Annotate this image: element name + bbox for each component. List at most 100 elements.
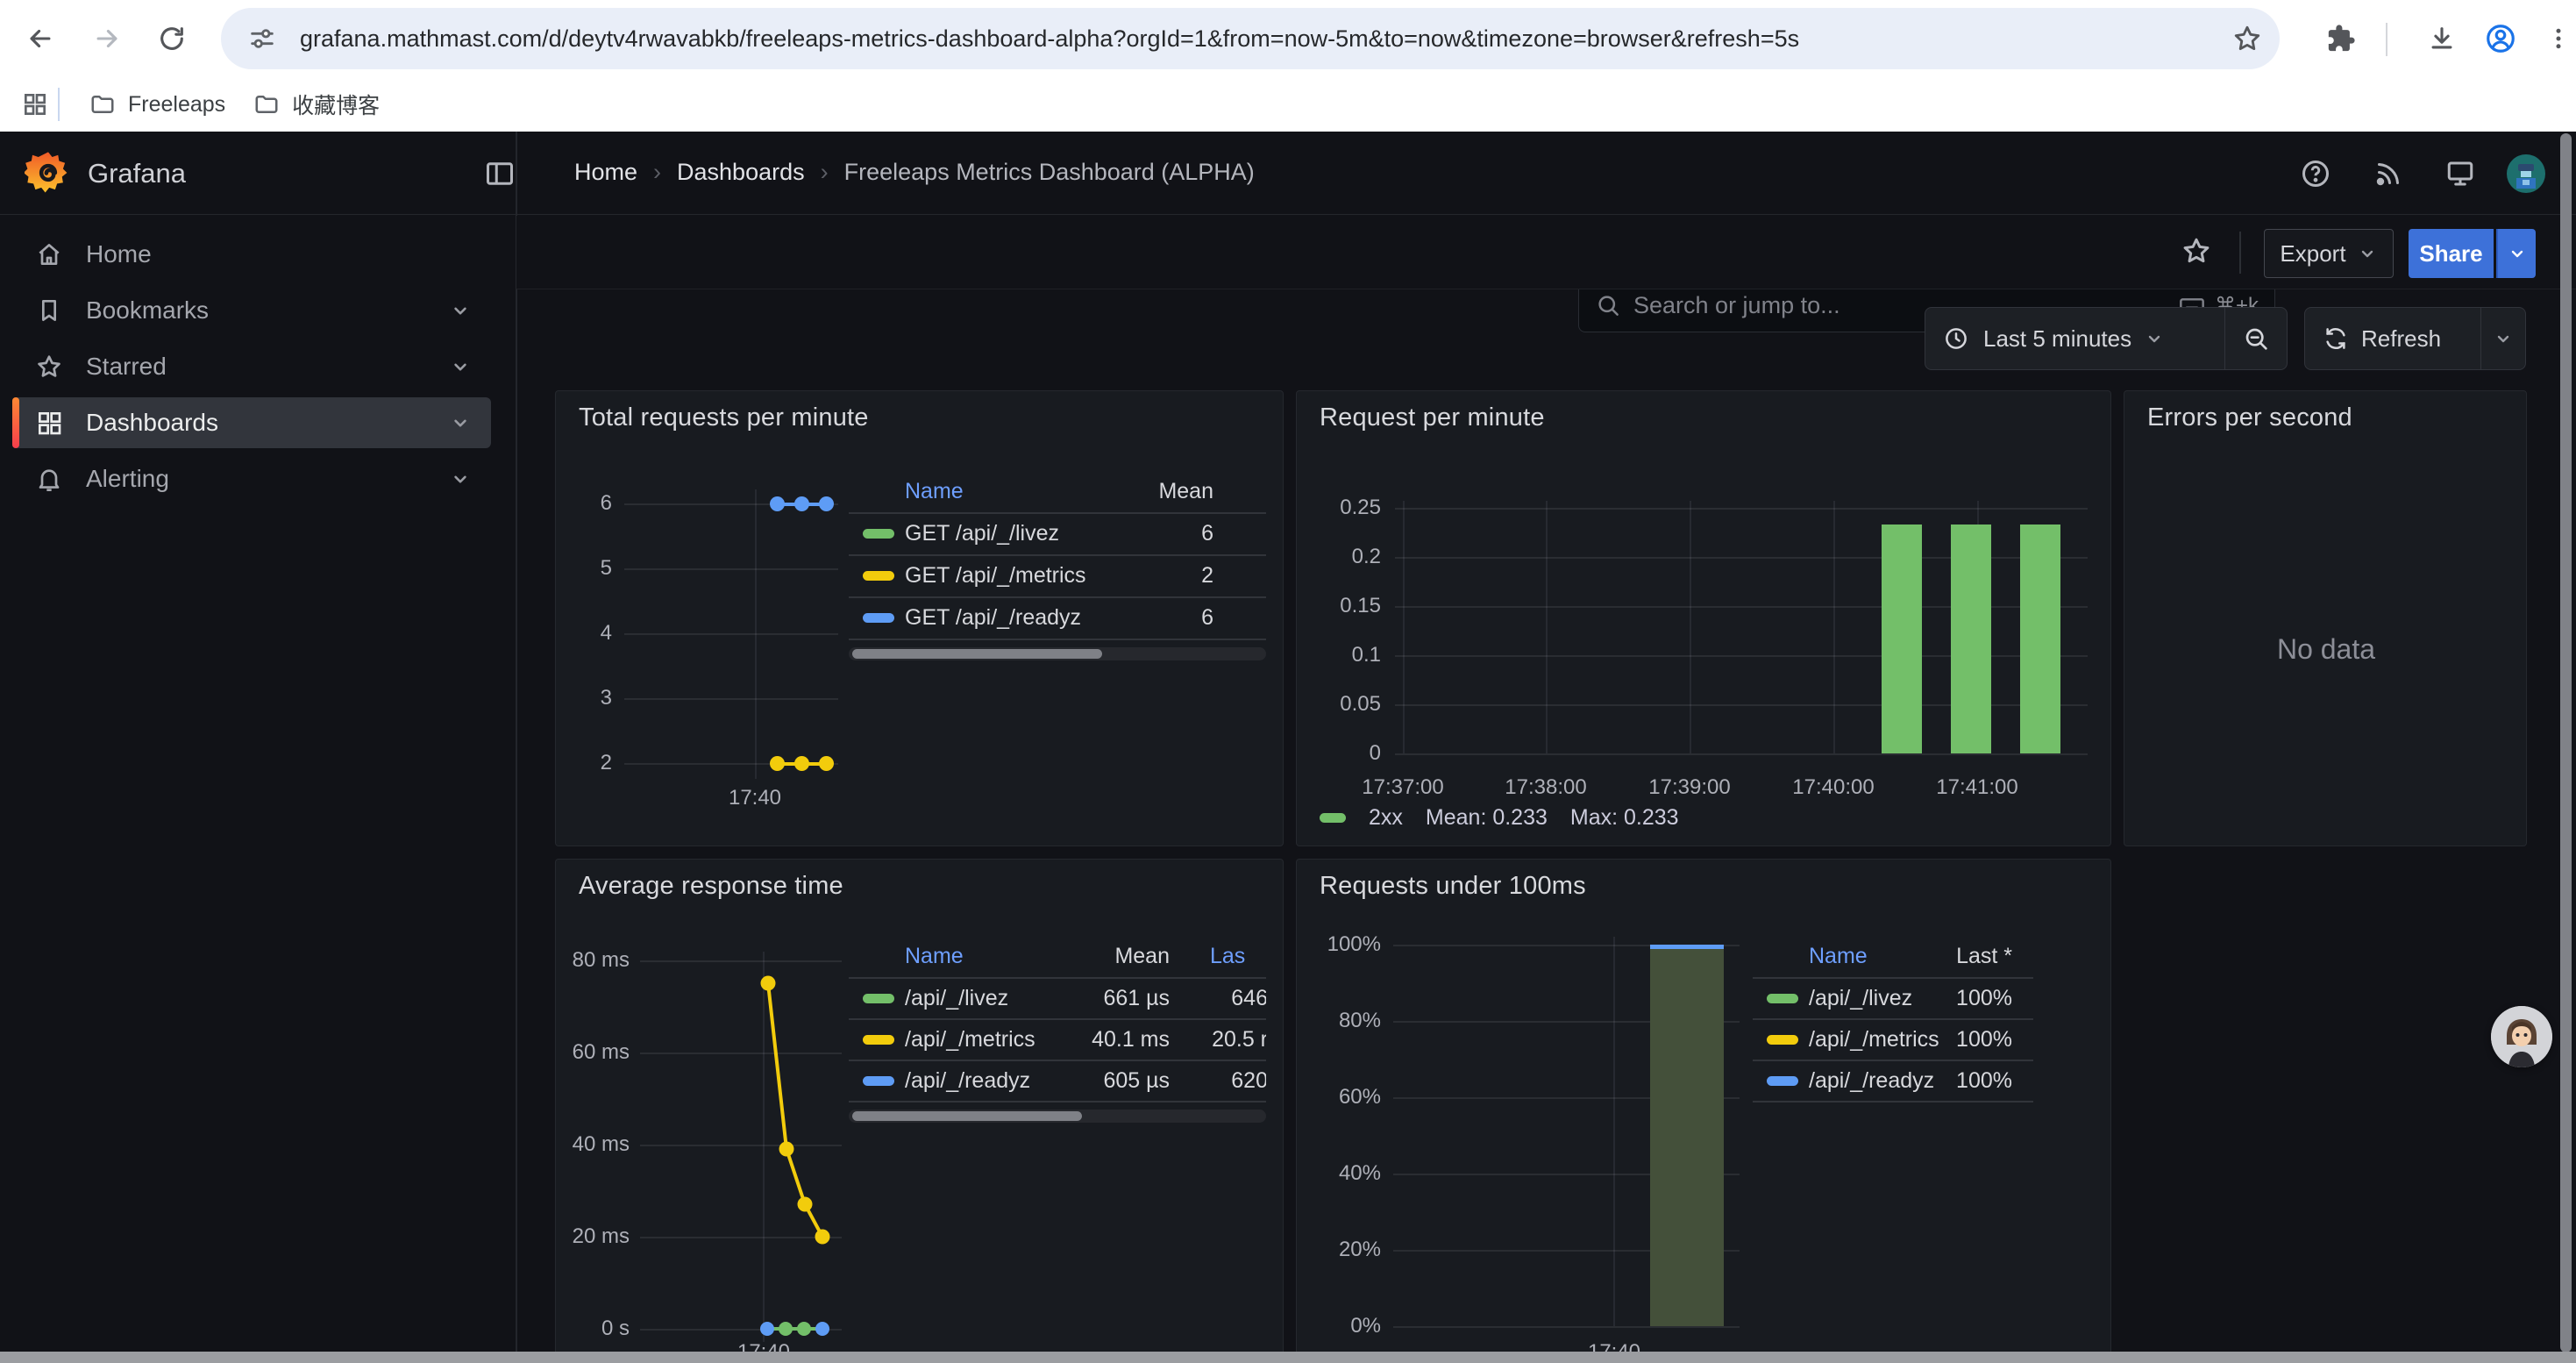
panel-title[interactable]: Total requests per minute [579, 403, 869, 432]
refresh-interval-dropdown[interactable] [2481, 328, 2525, 349]
series-swatch[interactable] [1320, 813, 1346, 823]
legend-scrollbar[interactable] [849, 647, 1266, 660]
data-point [794, 496, 809, 511]
sidebar-item-label: Starred [86, 353, 167, 381]
reload-icon[interactable] [147, 14, 196, 63]
sidebar-item-dashboards[interactable]: Dashboards [12, 397, 491, 448]
time-range-label[interactable]: Last 5 minutes [1983, 325, 2131, 353]
series-swatch[interactable] [863, 994, 894, 1003]
legend-mean: Mean: 0.233 [1426, 805, 1548, 831]
download-icon[interactable] [2417, 14, 2466, 63]
legend-header-mean[interactable]: Mean [1073, 944, 1170, 969]
url-text[interactable]: grafana.mathmast.com/d/deytv4rwavabkb/fr… [300, 25, 1799, 53]
help-icon[interactable] [2300, 158, 2331, 189]
series-swatch[interactable] [863, 1035, 894, 1045]
legend-last-value: 100% [1916, 1068, 2012, 1094]
y-tick: 20 ms [556, 1224, 630, 1249]
legend-series-value: 6 [1104, 521, 1213, 546]
y-tick: 40% [1297, 1161, 1381, 1186]
news-rss-icon[interactable] [2373, 158, 2404, 189]
y-tick: 4 [556, 621, 612, 646]
zoom-out-icon[interactable] [2225, 325, 2287, 353]
monitor-kiosk-icon[interactable] [2444, 158, 2476, 189]
legend-series-name: GET /api/_/readyz [905, 605, 1081, 631]
series-swatch[interactable] [863, 613, 894, 623]
share-dropdown-button[interactable] [2496, 229, 2536, 278]
user-avatar[interactable] [2506, 153, 2546, 194]
bar-2xx [1951, 525, 1991, 753]
breadcrumb-dashboards[interactable]: Dashboards [677, 159, 805, 186]
forward-icon[interactable] [82, 14, 132, 63]
bookmark-star-icon[interactable] [2223, 14, 2272, 63]
panel-title[interactable]: Requests under 100ms [1320, 872, 1586, 901]
legend-series-value: 2 [1104, 563, 1213, 589]
chevron-down-icon[interactable] [449, 467, 472, 490]
brand-label[interactable]: Grafana [88, 158, 186, 189]
chevron-down-icon[interactable] [449, 411, 472, 434]
address-bar[interactable]: grafana.mathmast.com/d/deytv4rwavabkb/fr… [221, 8, 2280, 69]
y-tick: 0.1 [1297, 643, 1381, 667]
refresh-group: Refresh [2304, 307, 2526, 370]
bar-2xx [1882, 525, 1922, 753]
apps-grid-icon[interactable] [21, 90, 49, 118]
legend-mean-value: 605 µs [1073, 1068, 1170, 1094]
breadcrumb-home[interactable]: Home [574, 159, 637, 186]
y-tick: 0 s [556, 1317, 630, 1341]
breadcrumb-current: Freeleaps Metrics Dashboard (ALPHA) [844, 159, 1255, 186]
series-swatch[interactable] [1767, 994, 1798, 1003]
extensions-icon[interactable] [2316, 14, 2366, 63]
percentage-bar [1650, 945, 1724, 1326]
floating-assistant-avatar[interactable] [2491, 1006, 2552, 1067]
legend-header-mean[interactable]: Mean [1104, 479, 1213, 504]
vertical-scrollbar[interactable] [2560, 133, 2572, 1352]
panel-title[interactable]: Errors per second [2147, 403, 2352, 432]
legend-header-last[interactable]: Las [1210, 944, 1245, 969]
bookmarks-bar: Freeleaps 收藏博客 [0, 77, 2576, 132]
series-swatch[interactable] [1767, 1076, 1798, 1086]
series-swatch[interactable] [1767, 1035, 1798, 1045]
chevron-down-icon[interactable] [449, 299, 472, 322]
series-swatch[interactable] [863, 1076, 894, 1086]
legend-scrollbar[interactable] [849, 1110, 1266, 1123]
dashboard-toolbar: Export Share [516, 216, 2576, 289]
bookmark-folder-freeleaps[interactable]: Freeleaps [75, 84, 239, 125]
favorite-star-icon[interactable] [2181, 235, 2212, 267]
site-settings-icon[interactable] [247, 24, 277, 54]
screen: grafana.mathmast.com/d/deytv4rwavabkb/fr… [0, 0, 2576, 1363]
panel-errors-per-second[interactable]: Errors per second No data [2124, 390, 2527, 846]
sidebar-toggle-icon[interactable] [484, 158, 516, 189]
legend-series-name: /api/_/livez [1809, 986, 1912, 1011]
legend-series-name: /api/_/metrics [905, 1027, 1035, 1053]
horizontal-scrollbar[interactable] [0, 1352, 2576, 1363]
panel-requests-under-100ms[interactable]: Requests under 100ms 100% 80% 60% 40% 20… [1296, 859, 2111, 1363]
y-tick: 80% [1297, 1009, 1381, 1033]
sidebar-item-home[interactable]: Home [12, 229, 491, 280]
legend-header-last[interactable]: Last * [1916, 944, 2012, 969]
legend-inline[interactable]: 2xx Mean: 0.233 Max: 0.233 [1320, 805, 1679, 831]
bookmark-folder-blogs[interactable]: 收藏博客 [239, 82, 394, 127]
panel-request-per-minute[interactable]: Request per minute 0.25 0.2 0.15 0.1 0.0… [1296, 390, 2111, 846]
response-time-chart [640, 947, 850, 1351]
series-swatch[interactable] [863, 571, 894, 581]
panel-avg-response-time[interactable]: Average response time 80 ms 60 ms 40 ms … [555, 859, 1284, 1363]
back-icon[interactable] [16, 14, 65, 63]
profile-icon[interactable] [2476, 14, 2525, 63]
sidebar-item-alerting[interactable]: Alerting [12, 453, 491, 504]
sidebar-item-bookmarks[interactable]: Bookmarks [12, 285, 491, 336]
refresh-label[interactable]: Refresh [2361, 325, 2441, 353]
share-button[interactable]: Share [2409, 229, 2494, 278]
panel-title[interactable]: Average response time [579, 872, 843, 901]
series-swatch[interactable] [863, 529, 894, 539]
grafana-logo-icon[interactable] [25, 149, 72, 196]
legend-header-name[interactable]: Name [905, 479, 964, 504]
x-tick: 17:39:00 [1619, 775, 1760, 800]
legend-header-name[interactable]: Name [905, 944, 964, 969]
panel-total-requests[interactable]: Total requests per minute 6 5 4 3 2 17:4… [555, 390, 1284, 846]
menu-kebab-icon[interactable] [2534, 14, 2576, 63]
chevron-down-icon[interactable] [449, 355, 472, 378]
legend-header-name[interactable]: Name [1809, 944, 1868, 969]
export-button[interactable]: Export [2264, 229, 2394, 278]
bookmark-icon [35, 296, 63, 325]
sidebar-item-starred[interactable]: Starred [12, 341, 491, 392]
panel-title[interactable]: Request per minute [1320, 403, 1545, 432]
